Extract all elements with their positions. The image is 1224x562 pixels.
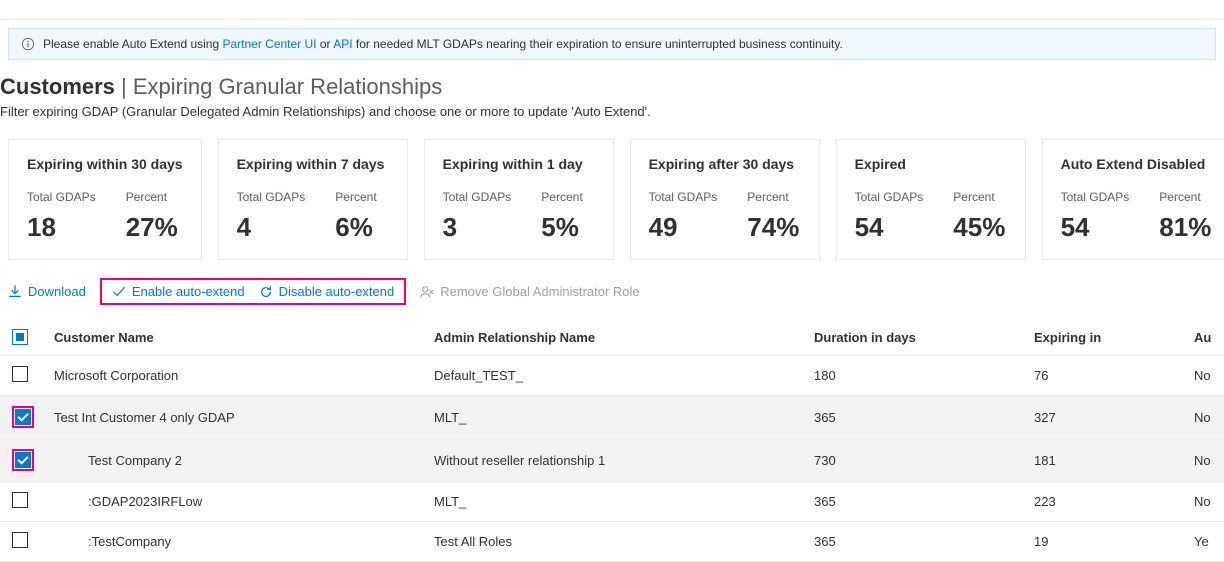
toolbar: Download Enable auto-extend Disable auto…: [8, 278, 1216, 305]
col-duration[interactable]: Duration in days: [804, 319, 1024, 356]
card-expired[interactable]: Expired Total GDAPs54 Percent45%: [836, 139, 1026, 260]
person-remove-icon: [420, 285, 434, 299]
auto-extend-highlight: Enable auto-extend Disable auto-extend: [100, 278, 406, 305]
col-relationship-name[interactable]: Admin Relationship Name: [424, 319, 804, 356]
download-button[interactable]: Download: [8, 284, 86, 299]
card-auto-extend-disabled[interactable]: Auto Extend Disabled Total GDAPs54 Perce…: [1042, 139, 1224, 260]
table-row[interactable]: Test Int Customer 4 only GDAP MLT_ 365 3…: [0, 396, 1224, 439]
banner-link-api[interactable]: API: [333, 37, 352, 51]
table-row[interactable]: Microsoft Corporation Default_TEST_ 180 …: [0, 356, 1224, 396]
table-row[interactable]: :TestCompany Test All Roles 365 19 Ye: [0, 522, 1224, 562]
card-expiring-30[interactable]: Expiring within 30 days Total GDAPs18 Pe…: [8, 139, 202, 260]
col-expiring-in[interactable]: Expiring in: [1024, 319, 1184, 356]
row-checkbox[interactable]: [15, 452, 31, 468]
col-auto-extend[interactable]: Au: [1184, 319, 1224, 356]
select-all-checkbox[interactable]: [12, 329, 28, 345]
banner-link-partnercenter[interactable]: Partner Center UI: [222, 37, 316, 51]
refresh-disable-icon: [259, 285, 273, 299]
enable-auto-extend-button[interactable]: Enable auto-extend: [112, 284, 245, 299]
card-expiring-after-30[interactable]: Expiring after 30 days Total GDAPs49 Per…: [630, 139, 820, 260]
info-banner: Please enable Auto Extend using Partner …: [8, 28, 1216, 60]
remove-global-admin-button: Remove Global Administrator Role: [420, 284, 639, 299]
page-title: Customers | Expiring Granular Relationsh…: [0, 74, 1224, 100]
info-icon: [21, 37, 35, 51]
col-customer-name[interactable]: Customer Name: [44, 319, 424, 356]
banner-text-suffix: for needed MLT GDAPs nearing their expir…: [356, 37, 843, 51]
table-row[interactable]: Test Company 2 Without reseller relation…: [0, 439, 1224, 482]
page-description: Filter expiring GDAP (Granular Delegated…: [0, 104, 1224, 119]
check-icon: [112, 285, 126, 299]
summary-cards: Expiring within 30 days Total GDAPs18 Pe…: [0, 139, 1224, 260]
row-checkbox[interactable]: [12, 366, 28, 382]
row-checkbox[interactable]: [15, 409, 31, 425]
download-icon: [8, 285, 22, 299]
row-checkbox[interactable]: [12, 492, 28, 508]
table-row[interactable]: :GDAP2023IRFLow MLT_ 365 223 No: [0, 482, 1224, 522]
card-expiring-1[interactable]: Expiring within 1 day Total GDAPs3 Perce…: [424, 139, 614, 260]
row-checkbox[interactable]: [12, 532, 28, 548]
card-expiring-7[interactable]: Expiring within 7 days Total GDAPs4 Perc…: [218, 139, 408, 260]
banner-text-prefix: Please enable Auto Extend using: [43, 37, 222, 51]
gdap-table: Customer Name Admin Relationship Name Du…: [0, 319, 1224, 562]
disable-auto-extend-button[interactable]: Disable auto-extend: [259, 284, 395, 299]
